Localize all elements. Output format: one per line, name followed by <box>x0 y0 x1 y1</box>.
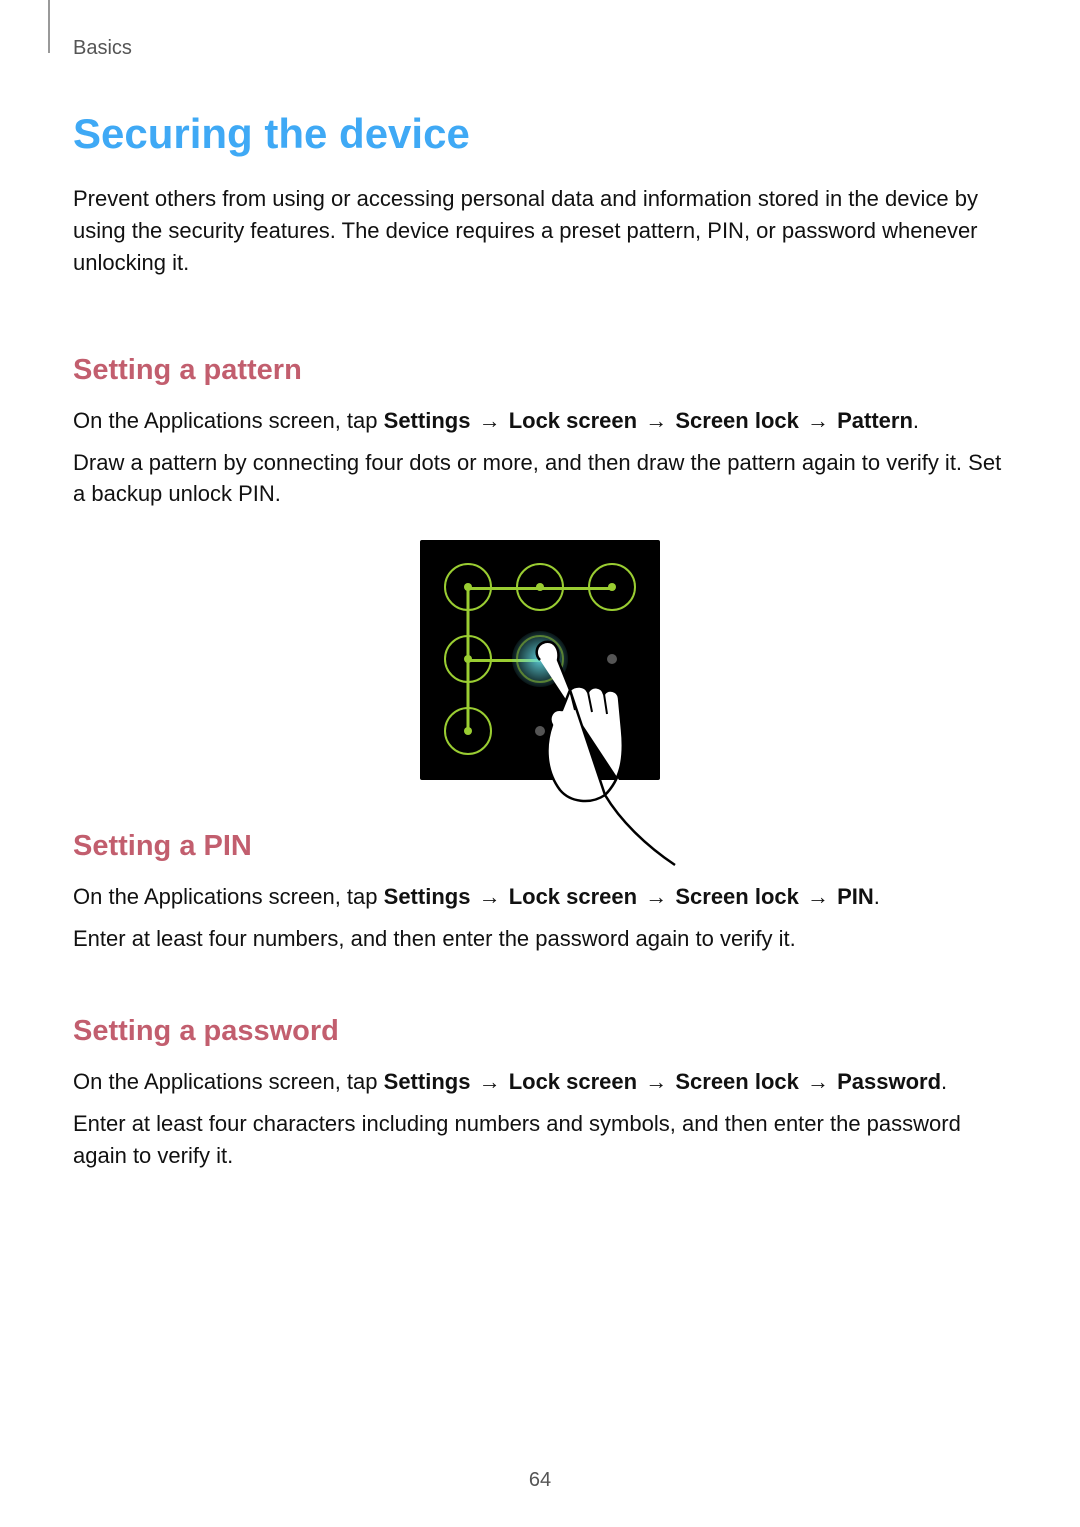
arrow-icon: → <box>643 408 669 433</box>
nav-step-settings: Settings <box>384 884 471 909</box>
header-rule <box>48 0 50 53</box>
nav-step-pattern: Pattern <box>837 408 913 433</box>
nav-path-pattern: On the Applications screen, tap Settings… <box>73 405 1007 437</box>
nav-prefix: On the Applications screen, tap <box>73 408 384 433</box>
intro-text: Prevent others from using or accessing p… <box>73 183 1007 279</box>
body-text-pin: Enter at least four numbers, and then en… <box>73 923 1007 955</box>
arrow-icon: → <box>477 408 503 433</box>
nav-step-settings: Settings <box>384 408 471 433</box>
pattern-dot <box>516 635 564 683</box>
nav-step-password: Password <box>837 1069 941 1094</box>
nav-step-pin: PIN <box>837 884 874 909</box>
arrow-icon: → <box>477 884 503 909</box>
nav-step-screenlock: Screen lock <box>675 884 799 909</box>
nav-period: . <box>941 1069 947 1094</box>
nav-path-pin: On the Applications screen, tap Settings… <box>73 881 1007 913</box>
nav-path-password: On the Applications screen, tap Settings… <box>73 1066 1007 1098</box>
nav-step-lockscreen: Lock screen <box>509 884 637 909</box>
nav-period: . <box>874 884 880 909</box>
pattern-illustration <box>420 540 660 780</box>
heading-pin: Setting a PIN <box>73 830 1007 863</box>
pattern-dot-inactive <box>535 726 545 736</box>
pattern-dot <box>444 635 492 683</box>
page-content: Securing the device Prevent others from … <box>73 100 1007 1182</box>
nav-period: . <box>913 408 919 433</box>
pattern-dot <box>588 563 636 611</box>
body-text-password: Enter at least four characters including… <box>73 1108 1007 1172</box>
nav-step-settings: Settings <box>384 1069 471 1094</box>
arrow-icon: → <box>477 1069 503 1094</box>
nav-step-screenlock: Screen lock <box>675 408 799 433</box>
pattern-illustration-wrap <box>73 540 1007 780</box>
pattern-dot-inactive <box>607 654 617 664</box>
arrow-icon: → <box>805 1069 831 1094</box>
arrow-icon: → <box>805 884 831 909</box>
pattern-screen <box>420 540 660 780</box>
nav-step-lockscreen: Lock screen <box>509 408 637 433</box>
page-title: Securing the device <box>73 110 1007 158</box>
nav-step-lockscreen: Lock screen <box>509 1069 637 1094</box>
page-number: 64 <box>0 1469 1080 1492</box>
arrow-icon: → <box>643 1069 669 1094</box>
pattern-dot-inactive <box>607 726 617 736</box>
nav-prefix: On the Applications screen, tap <box>73 884 384 909</box>
arrow-icon: → <box>805 408 831 433</box>
pattern-dot <box>444 563 492 611</box>
nav-prefix: On the Applications screen, tap <box>73 1069 384 1094</box>
pattern-dot <box>444 707 492 755</box>
arrow-icon: → <box>643 884 669 909</box>
heading-password: Setting a password <box>73 1015 1007 1048</box>
breadcrumb: Basics <box>73 37 132 60</box>
pattern-dot <box>516 563 564 611</box>
heading-pattern: Setting a pattern <box>73 354 1007 387</box>
body-text-pattern: Draw a pattern by connecting four dots o… <box>73 447 1007 511</box>
nav-step-screenlock: Screen lock <box>675 1069 799 1094</box>
